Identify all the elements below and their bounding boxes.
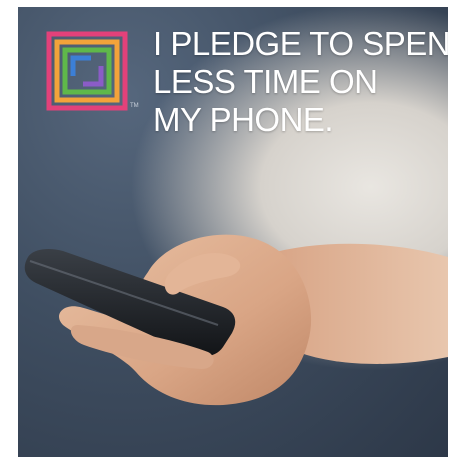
headline-line-2: LESS TIME ON	[153, 63, 378, 100]
pledge-poster: TM I PLEDGE TO SPEND LESS TIME ON MY PHO…	[18, 7, 448, 457]
headline-line-3: MY PHONE.	[153, 101, 334, 138]
trademark-mark: TM	[130, 103, 139, 109]
headline-line-1: I PLEDGE TO SPEND	[153, 25, 448, 62]
pledge-logo-icon	[46, 31, 128, 111]
pledge-headline: I PLEDGE TO SPEND LESS TIME ON MY PHONE.	[153, 25, 448, 139]
